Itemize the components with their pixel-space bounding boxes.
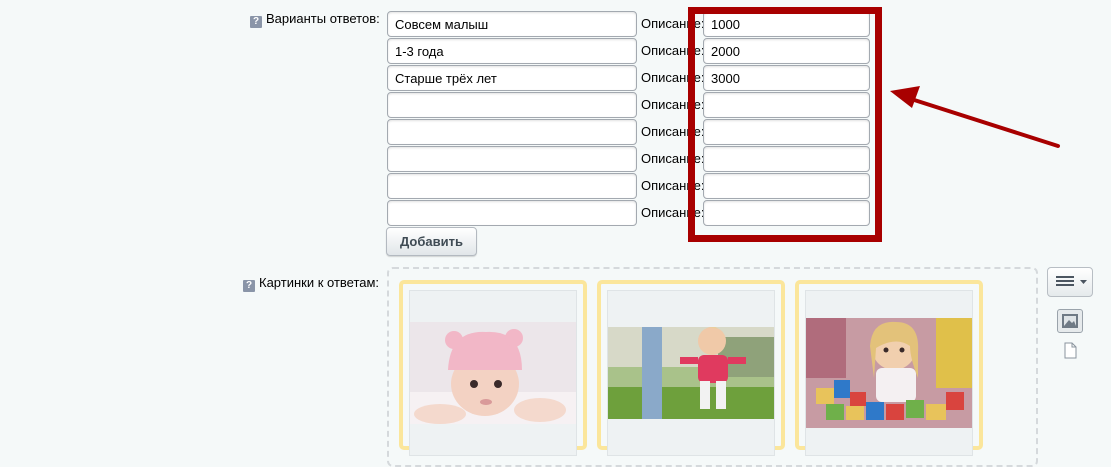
image-card[interactable] — [795, 280, 983, 456]
arrow-annotation — [890, 86, 1060, 148]
image-thumbnail[interactable] — [607, 290, 775, 456]
images-label: ? Картинки к ответам: — [243, 275, 379, 292]
help-icon[interactable]: ? — [250, 16, 262, 28]
answers-label: ? Варианты ответов: — [250, 11, 380, 28]
answer-input[interactable] — [387, 11, 637, 37]
file-icon — [1064, 342, 1077, 359]
hamburger-menu-icon — [1056, 275, 1087, 286]
highlight-box — [688, 7, 882, 242]
answer-input[interactable] — [387, 173, 637, 199]
image-thumbnail[interactable] — [409, 290, 577, 456]
add-button[interactable]: Добавить — [386, 227, 477, 256]
answer-input[interactable] — [387, 92, 637, 118]
image-thumbnail[interactable] — [805, 290, 973, 456]
answer-input[interactable] — [387, 65, 637, 91]
answer-input[interactable] — [387, 200, 637, 226]
girl-blocks-photo — [806, 318, 972, 428]
file-mode-button[interactable] — [1062, 342, 1078, 363]
baby-photo — [410, 322, 576, 424]
answer-input[interactable] — [387, 119, 637, 145]
image-mode-button[interactable] — [1057, 309, 1083, 333]
image-card[interactable] — [597, 280, 785, 456]
toddler-photo — [608, 327, 774, 419]
answer-input[interactable] — [387, 38, 637, 64]
image-icon — [1062, 314, 1078, 328]
image-card[interactable] — [399, 280, 587, 456]
menu-button[interactable] — [1047, 267, 1093, 297]
answer-input[interactable] — [387, 146, 637, 172]
help-icon[interactable]: ? — [243, 280, 255, 292]
